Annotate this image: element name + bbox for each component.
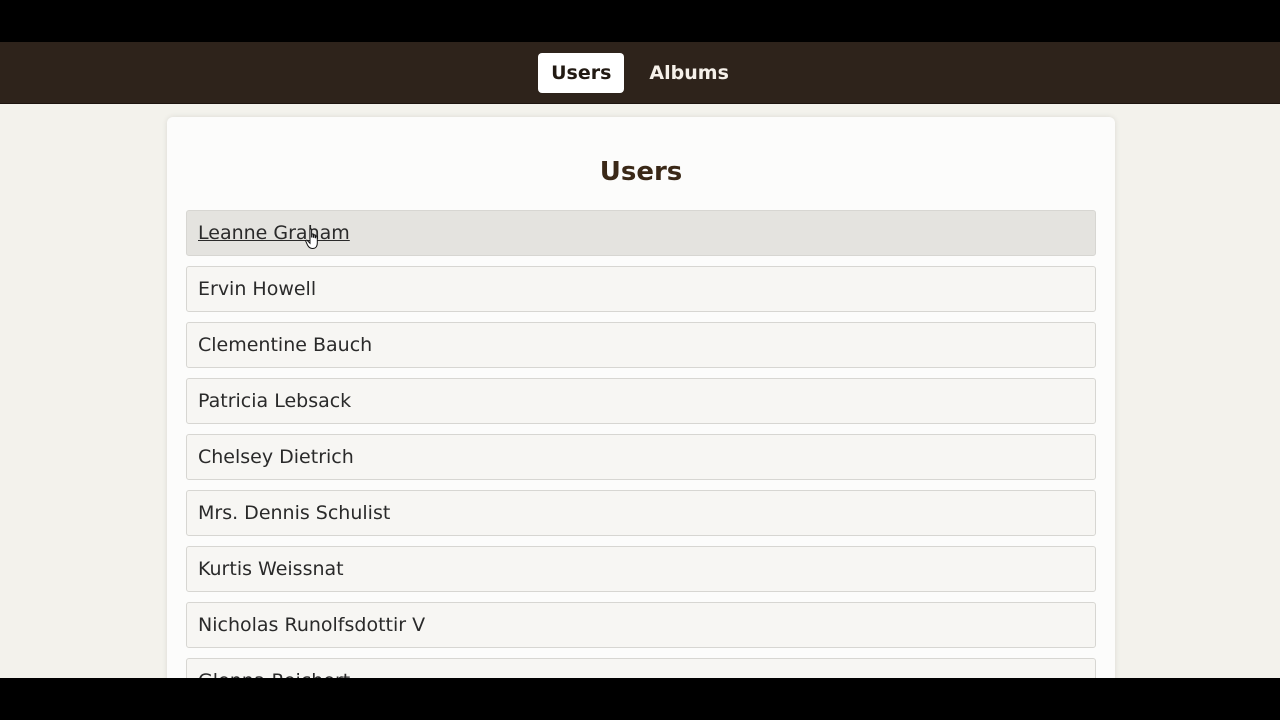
user-name-link[interactable]: Kurtis Weissnat bbox=[198, 558, 344, 580]
user-list-item[interactable]: Leanne Graham bbox=[186, 210, 1096, 256]
users-card: Users Leanne Graham Ervin Howell Clement… bbox=[167, 117, 1115, 678]
nav-link-albums[interactable]: Albums bbox=[636, 53, 741, 93]
user-name-link[interactable]: Ervin Howell bbox=[198, 278, 316, 300]
user-name-link[interactable]: Mrs. Dennis Schulist bbox=[198, 502, 390, 524]
user-list: Leanne Graham Ervin Howell Clementine Ba… bbox=[186, 210, 1096, 678]
user-list-item[interactable]: Glenna Reichert bbox=[186, 658, 1096, 678]
user-name-link[interactable]: Clementine Bauch bbox=[198, 334, 372, 356]
user-name-link[interactable]: Nicholas Runolfsdottir V bbox=[198, 614, 425, 636]
browser-viewport: Users Albums Users Leanne Graham Ervin H… bbox=[0, 42, 1280, 678]
user-name-link[interactable]: Patricia Lebsack bbox=[198, 390, 351, 412]
user-list-item[interactable]: Patricia Lebsack bbox=[186, 378, 1096, 424]
nav-link-users[interactable]: Users bbox=[538, 52, 625, 93]
user-name-link[interactable]: Leanne Graham bbox=[198, 222, 350, 244]
user-list-item[interactable]: Mrs. Dennis Schulist bbox=[186, 490, 1096, 536]
user-list-item[interactable]: Ervin Howell bbox=[186, 266, 1096, 312]
user-list-item[interactable]: Nicholas Runolfsdottir V bbox=[186, 602, 1096, 648]
user-list-item[interactable]: Chelsey Dietrich bbox=[186, 434, 1096, 480]
user-list-item[interactable]: Kurtis Weissnat bbox=[186, 546, 1096, 592]
top-navbar: Users Albums bbox=[0, 42, 1280, 104]
user-name-link[interactable]: Glenna Reichert bbox=[198, 670, 350, 678]
user-name-link[interactable]: Chelsey Dietrich bbox=[198, 446, 354, 468]
screen: Users Albums Users Leanne Graham Ervin H… bbox=[0, 0, 1280, 720]
page-title: Users bbox=[599, 157, 683, 187]
user-list-item[interactable]: Clementine Bauch bbox=[186, 322, 1096, 368]
